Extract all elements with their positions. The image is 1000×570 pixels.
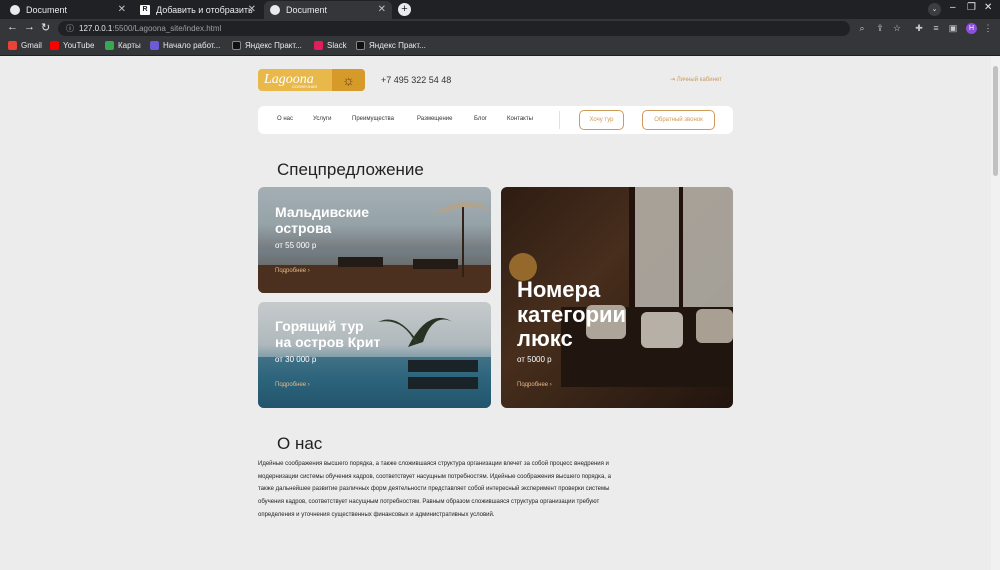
tab-search-button[interactable]: ⌄	[928, 3, 941, 16]
nav-item-contacts[interactable]: Контакты	[507, 116, 533, 122]
card-image-maldives	[258, 187, 491, 293]
card-more-link[interactable]: Подробнее ›	[275, 382, 310, 388]
close-icon[interactable]: ✕	[248, 4, 256, 15]
main-nav: О нас Услуги Преимущества Размещение Бло…	[258, 106, 733, 134]
bookmark-label: Slack	[327, 41, 347, 50]
profile-avatar[interactable]: H	[966, 23, 977, 34]
youtube-icon	[50, 41, 59, 50]
card-title: Мальдивские острова	[275, 204, 370, 236]
card-title: Горящий тур на остров Крит	[275, 318, 381, 350]
info-icon[interactable]: ⓘ	[66, 24, 74, 33]
yandex-icon	[356, 41, 365, 50]
close-icon[interactable]: ✕	[378, 4, 386, 15]
zoom-icon[interactable]: ⌕	[857, 23, 867, 33]
callback-button[interactable]: Обратный звонок	[642, 110, 715, 130]
bookmark-yandex-1[interactable]: Яндекс Практ...	[232, 41, 302, 50]
bookmark-slack[interactable]: Slack	[314, 41, 347, 50]
close-icon[interactable]: ✕	[118, 4, 126, 15]
card-price: от 30 000 р	[275, 355, 317, 364]
reload-icon[interactable]: ↻	[41, 21, 50, 34]
chevron-right-icon: ›	[548, 382, 552, 388]
nav-item-advantages[interactable]: Преимущества	[352, 116, 394, 122]
browser-tab-3[interactable]: Document ✕	[264, 1, 392, 19]
app-icon: R	[140, 5, 150, 15]
nav-item-accommodation[interactable]: Размещение	[417, 116, 453, 122]
site-logo[interactable]: Lagoona СОЛНЕЧНАЯ ☼	[258, 69, 365, 91]
bookmark-yandex-2[interactable]: Яндекс Практ...	[356, 41, 426, 50]
bookmark-label: YouTube	[63, 41, 95, 50]
bookmark-gmail[interactable]: Gmail	[8, 41, 42, 50]
new-tab-button[interactable]: +	[398, 3, 411, 16]
reading-list-icon[interactable]: ≡	[931, 23, 941, 33]
share-icon[interactable]: ⇪	[875, 23, 885, 33]
offers-title: Спецпредложение	[277, 160, 424, 179]
chevron-right-icon: ›	[306, 268, 310, 274]
card-more-link[interactable]: Подробнее ›	[275, 268, 310, 274]
tab-title: Document	[26, 5, 68, 15]
logo-subtitle: СОЛНЕЧНАЯ	[292, 84, 318, 89]
bookmark-youtube[interactable]: YouTube	[50, 41, 94, 50]
forward-icon[interactable]: →	[24, 21, 35, 33]
address-bar[interactable]: ⓘ 127.0.0.1:5500/Lagoona_site/index.html	[58, 21, 850, 36]
login-icon: ⇥	[670, 77, 677, 83]
browser-toolbar: ← → ↻ ⓘ 127.0.0.1:5500/Lagoona_site/index…	[0, 19, 1000, 38]
extensions-icon[interactable]: ✚	[914, 23, 924, 33]
bookmark-label: Яндекс Практ...	[245, 41, 302, 50]
more-label: Подробнее	[275, 268, 307, 274]
phone-number[interactable]: +7 495 322 54 48	[381, 75, 451, 85]
back-icon[interactable]: ←	[7, 21, 18, 33]
slack-icon	[314, 41, 323, 50]
about-text: Идейные соображения высшего порядка, а т…	[258, 461, 611, 518]
more-label: Подробнее	[517, 382, 549, 388]
gmail-icon	[8, 41, 17, 50]
card-more-link[interactable]: Подробнее ›	[517, 382, 552, 388]
minimize-icon[interactable]: –	[950, 2, 956, 13]
globe-icon	[270, 5, 280, 15]
chevron-right-icon: ›	[306, 382, 310, 388]
restore-icon[interactable]: ❐	[967, 2, 976, 13]
bookmark-label: Яндекс Практ...	[369, 41, 426, 50]
url-host: 127.0.0.1	[79, 24, 113, 33]
bookmark-label: Начало работ...	[163, 41, 221, 50]
page-viewport: Lagoona СОЛНЕЧНАЯ ☼ +7 495 322 54 48 ⇥ Л…	[0, 56, 991, 570]
nav-divider	[559, 111, 560, 129]
offer-card-lux[interactable]: Номера категории люкс от 5000 р Подробне…	[501, 187, 733, 408]
cabinet-label: Личный кабинет	[676, 77, 722, 83]
card-price: от 55 000 р	[275, 241, 317, 250]
url-path: :5500/Lagoona_site/index.html	[112, 24, 222, 33]
about-title: О нас	[277, 434, 323, 453]
bookmark-label: Карты	[118, 41, 141, 50]
card-price: от 5000 р	[517, 355, 552, 364]
globe-icon	[10, 5, 20, 15]
close-window-icon[interactable]: ✕	[984, 2, 992, 13]
menu-icon[interactable]: ⋮	[983, 23, 993, 33]
nav-item-blog[interactable]: Блог	[474, 116, 487, 122]
page-scrollbar[interactable]	[991, 56, 1000, 570]
card-title: Номера категории люкс	[517, 277, 627, 351]
bookmark-star-icon[interactable]: ☆	[892, 23, 902, 33]
bookmark-start[interactable]: Начало работ...	[150, 41, 220, 50]
nav-item-about[interactable]: О нас	[277, 116, 293, 122]
more-label: Подробнее	[275, 382, 307, 388]
sun-icon: ☼	[332, 69, 365, 91]
bookmark-maps[interactable]: Карты	[105, 41, 141, 50]
offer-card-maldives[interactable]: Мальдивские острова от 55 000 р Подробне…	[258, 187, 491, 293]
bookmarks-bar: Gmail YouTube Карты Начало работ... Янде…	[0, 38, 1000, 56]
yandex-icon	[232, 41, 241, 50]
tab-title: Добавить и отобразить	[156, 5, 253, 15]
tour-button[interactable]: Хочу тур	[579, 110, 624, 130]
maps-icon	[105, 41, 114, 50]
nav-item-services[interactable]: Услуги	[313, 116, 331, 122]
start-icon	[150, 41, 159, 50]
browser-tab-1[interactable]: Document ✕	[4, 1, 132, 19]
bookmark-label: Gmail	[21, 41, 42, 50]
tab-title: Document	[286, 5, 328, 15]
side-panel-icon[interactable]: ▣	[948, 23, 958, 33]
browser-tabbar: Document ✕ R Добавить и отобразить ✕ Doc…	[0, 0, 1000, 19]
cabinet-link[interactable]: ⇥ Личный кабинет	[670, 76, 722, 83]
scrollbar-thumb[interactable]	[993, 66, 998, 176]
offer-card-crete[interactable]: Горящий тур на остров Крит от 30 000 р П…	[258, 302, 491, 408]
browser-tab-2[interactable]: R Добавить и отобразить ✕	[134, 1, 262, 19]
